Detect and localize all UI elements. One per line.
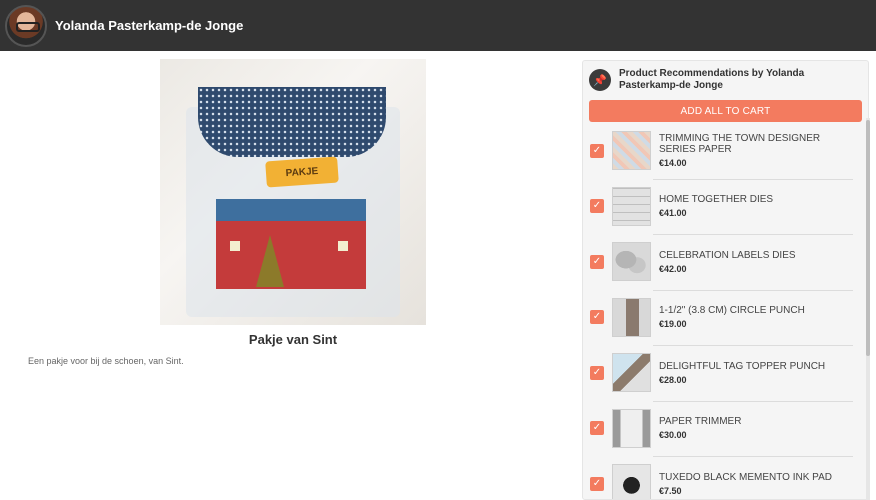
list-item[interactable]: ✓ 1-1/2" (3.8 CM) CIRCLE PUNCH €19.00 [583,289,862,346]
product-name[interactable]: DELIGHTFUL TAG TOPPER PUNCH [659,361,854,372]
project-description: Een pakje voor bij de schoen, van Sint. [28,356,184,366]
product-name[interactable]: TRIMMING THE TOWN DESIGNER SERIES PAPER [659,133,854,155]
product-thumbnail[interactable] [612,242,651,282]
checkbox[interactable]: ✓ [590,254,604,269]
top-bar: Yolanda Pasterkamp-de Jonge [0,0,876,51]
product-thumbnail[interactable] [612,297,651,337]
house-box [216,199,366,289]
product-name[interactable]: CELEBRATION LABELS DIES [659,250,854,261]
product-price: €42.00 [659,263,687,274]
project-title: Pakje van Sint [248,332,338,347]
checkbox[interactable]: ✓ [590,421,604,436]
checkbox[interactable]: ✓ [590,476,604,491]
product-thumbnail[interactable] [612,131,651,171]
photo-tag: PAKJE [265,156,339,188]
product-price: €14.00 [659,158,687,169]
product-info: PAPER TRIMMER €30.00 [659,416,854,440]
checkbox[interactable]: ✓ [590,310,604,325]
add-all-to-cart-button[interactable]: ADD ALL TO CART [589,100,862,122]
list-item[interactable]: ✓ PAPER TRIMMER €30.00 [583,400,862,457]
product-name[interactable]: 1-1/2" (3.8 CM) CIRCLE PUNCH [659,305,854,316]
product-info: DELIGHTFUL TAG TOPPER PUNCH €28.00 [659,361,854,385]
product-info: TRIMMING THE TOWN DESIGNER SERIES PAPER … [659,133,854,168]
recommendations-panel: 📌 Product Recommendations by Yolanda Pas… [582,60,869,500]
panel-header: 📌 Product Recommendations by Yolanda Pas… [583,61,868,98]
list-item[interactable]: ✓ TUXEDO BLACK MEMENTO INK PAD €7.50 [583,456,862,499]
product-price: €28.00 [659,374,687,385]
checkbox[interactable]: ✓ [590,199,604,214]
product-thumbnail[interactable] [612,353,651,393]
panel-title: Product Recommendations by Yolanda Paste… [619,68,805,91]
avatar[interactable] [5,4,47,47]
product-thumbnail[interactable] [612,186,651,226]
checkbox[interactable]: ✓ [590,143,604,158]
tree-shape [256,235,284,287]
scrollbar-thumb[interactable] [866,120,870,356]
product-thumbnail[interactable] [612,408,651,448]
product-info: 1-1/2" (3.8 CM) CIRCLE PUNCH €19.00 [659,305,854,329]
pin-icon: 📌 [589,69,611,91]
product-list: ✓ TRIMMING THE TOWN DESIGNER SERIES PAPE… [583,123,862,499]
list-item[interactable]: ✓ DELIGHTFUL TAG TOPPER PUNCH €28.00 [583,345,862,401]
checkbox[interactable]: ✓ [590,365,604,380]
list-item[interactable]: ✓ HOME TOGETHER DIES €41.00 [583,178,862,235]
product-price: €7.50 [659,485,682,496]
product-name[interactable]: PAPER TRIMMER [659,416,854,427]
product-price: €41.00 [659,208,687,219]
project-photo: PAKJE [160,59,426,325]
list-item[interactable]: ✓ TRIMMING THE TOWN DESIGNER SERIES PAPE… [583,123,862,179]
product-info: TUXEDO BLACK MEMENTO INK PAD €7.50 [659,472,854,496]
product-info: CELEBRATION LABELS DIES €42.00 [659,250,854,274]
paper-flap [198,87,386,157]
house-window [338,241,348,251]
list-item[interactable]: ✓ CELEBRATION LABELS DIES €42.00 [583,234,862,290]
product-price: €30.00 [659,430,687,441]
author-name[interactable]: Yolanda Pasterkamp-de Jonge [55,18,243,33]
product-info: HOME TOGETHER DIES €41.00 [659,194,854,218]
house-window [230,241,240,251]
product-name[interactable]: HOME TOGETHER DIES [659,194,854,205]
product-thumbnail[interactable] [612,464,651,499]
product-name[interactable]: TUXEDO BLACK MEMENTO INK PAD [659,472,854,483]
product-price: €19.00 [659,319,687,330]
